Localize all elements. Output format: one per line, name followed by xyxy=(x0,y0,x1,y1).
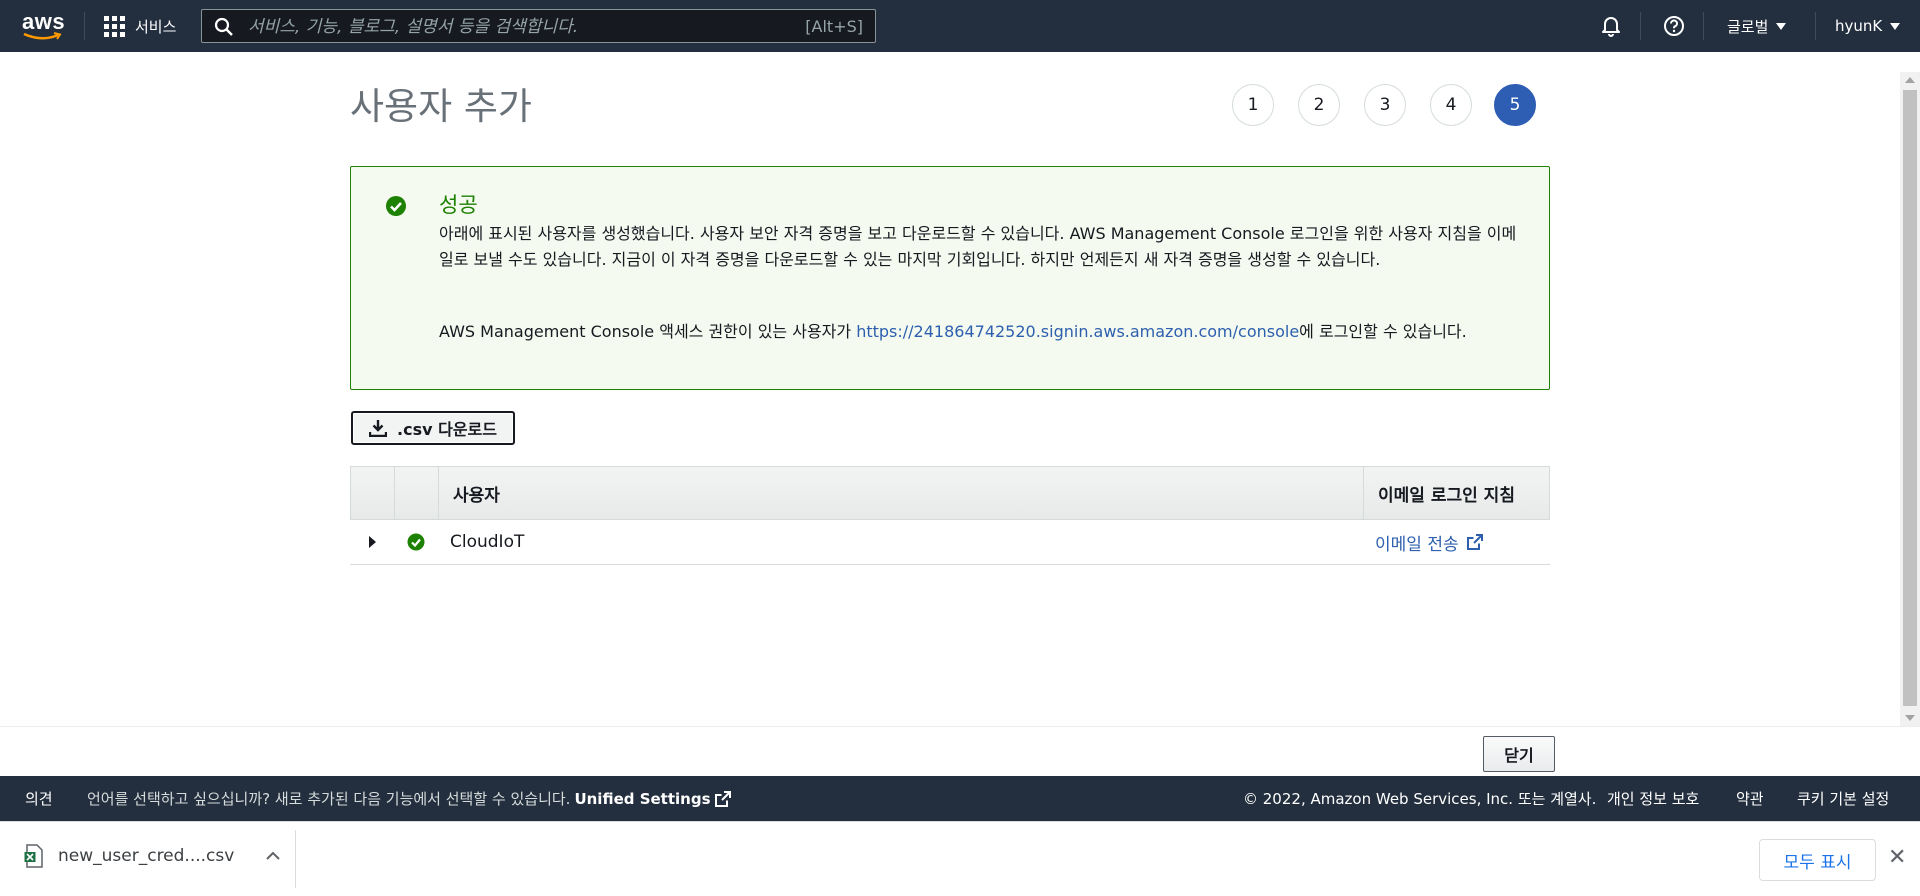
search-shortcut: [Alt+S] xyxy=(805,17,863,36)
notifications-button[interactable] xyxy=(1601,0,1621,52)
close-button[interactable]: 닫기 xyxy=(1483,736,1555,772)
download-item[interactable]: new_user_cred....csv xyxy=(24,844,281,868)
header-user: 사용자 xyxy=(439,467,1364,519)
top-navigation: aws 서비스 [Alt+S] 글로벌 xyxy=(0,0,1920,52)
action-bar: 닫기 xyxy=(0,726,1920,776)
external-link-icon xyxy=(714,790,731,807)
help-icon xyxy=(1664,16,1684,36)
scrollbar-thumb[interactable] xyxy=(1903,90,1917,706)
download-csv-label: .csv 다운로드 xyxy=(397,420,497,439)
caret-down-icon xyxy=(1890,22,1901,30)
header-status-col xyxy=(395,467,439,519)
services-label: 서비스 xyxy=(135,17,177,36)
expand-row-button[interactable] xyxy=(368,520,376,564)
page-scrollbar[interactable] xyxy=(1900,72,1920,726)
caret-down-icon xyxy=(1776,22,1787,30)
close-shelf-icon[interactable]: ✕ xyxy=(1888,847,1906,869)
account-label: hyunK xyxy=(1835,17,1883,35)
step-2[interactable]: 2 xyxy=(1298,84,1340,126)
copyright: © 2022, Amazon Web Services, Inc. 또는 계열사… xyxy=(1243,790,1597,808)
aws-smile-icon xyxy=(23,32,62,40)
success-check-icon xyxy=(407,533,425,551)
user-name-cell: CloudIoT xyxy=(450,532,525,552)
row-status xyxy=(407,520,425,564)
step-1[interactable]: 1 xyxy=(1232,84,1274,126)
console-access-note: AWS Management Console 액세스 권한이 있는 사용자가 h… xyxy=(439,319,1529,345)
region-label: 글로벌 xyxy=(1727,17,1769,36)
download-shelf: new_user_cred....csv 모두 표시 ✕ xyxy=(0,821,1920,896)
console-note-prefix: AWS Management Console 액세스 권한이 있는 사용자가 xyxy=(439,322,857,341)
bell-icon xyxy=(1602,17,1620,37)
unified-settings-link[interactable]: Unified Settings xyxy=(574,790,710,808)
grid-icon xyxy=(104,15,125,37)
region-menu[interactable]: 글로벌 xyxy=(1727,0,1787,52)
services-menu[interactable]: 서비스 xyxy=(104,14,176,38)
page-title: 사용자 추가 xyxy=(350,85,532,128)
success-alert: 성공 아래에 표시된 사용자를 생성했습니다. 사용자 보안 자격 증명을 보고… xyxy=(350,166,1550,390)
nav-divider xyxy=(1640,12,1641,40)
download-icon xyxy=(369,420,388,437)
users-table: 사용자 이메일 로그인 지침 CloudIoT 이메일 전송 xyxy=(350,466,1550,565)
header-email: 이메일 로그인 지침 xyxy=(1378,485,1515,506)
step-5: 5 xyxy=(1494,84,1536,126)
external-link-icon xyxy=(1466,534,1483,550)
nav-divider xyxy=(1815,12,1816,40)
privacy-link[interactable]: 개인 정보 보호 xyxy=(1607,776,1699,821)
step-4[interactable]: 4 xyxy=(1430,84,1472,126)
scroll-down-icon[interactable] xyxy=(1905,715,1915,721)
console-footer: 의견 언어를 선택하고 싶으십니까? 새로 추가된 다음 기능에서 선택할 수 … xyxy=(0,776,1920,821)
feedback-link[interactable]: 의견 xyxy=(25,776,53,821)
terms-link[interactable]: 약관 xyxy=(1736,776,1764,821)
language-note: 언어를 선택하고 싶으십니까? 새로 추가된 다음 기능에서 선택할 수 있습니… xyxy=(87,776,731,821)
search-icon xyxy=(214,17,233,36)
cookie-preferences-link[interactable]: 쿠키 기본 설정 xyxy=(1797,776,1889,821)
account-menu[interactable]: hyunK xyxy=(1835,0,1901,52)
scroll-up-icon[interactable] xyxy=(1905,77,1915,83)
header-expand-col xyxy=(351,467,395,519)
success-check-icon xyxy=(386,196,406,216)
aws-logo[interactable]: aws xyxy=(22,11,65,42)
chevron-up-icon[interactable] xyxy=(266,851,281,861)
nav-divider xyxy=(1703,12,1704,40)
console-note-suffix: 에 로그인할 수 있습니다. xyxy=(1299,322,1467,341)
language-note-text: 언어를 선택하고 싶으십니까? 새로 추가된 다음 기능에서 선택할 수 있습니… xyxy=(87,790,571,808)
show-all-downloads-button[interactable]: 모두 표시 xyxy=(1759,839,1876,881)
table-row: CloudIoT 이메일 전송 xyxy=(350,520,1550,565)
search-bar[interactable]: [Alt+S] xyxy=(201,9,876,44)
download-file-name: new_user_cred....csv xyxy=(58,846,235,866)
nav-divider xyxy=(84,12,85,40)
table-header: 사용자 이메일 로그인 지침 xyxy=(350,466,1550,520)
help-button[interactable] xyxy=(1663,0,1685,52)
download-csv-button[interactable]: .csv 다운로드 xyxy=(351,411,515,445)
console-signin-link[interactable]: https://241864742520.signin.aws.amazon.c… xyxy=(856,322,1299,341)
excel-file-icon xyxy=(24,844,43,868)
step-3[interactable]: 3 xyxy=(1364,84,1406,126)
send-email-link[interactable]: 이메일 전송 xyxy=(1375,520,1483,564)
caret-right-icon xyxy=(369,536,376,548)
shelf-divider xyxy=(295,830,296,888)
alert-title: 성공 xyxy=(439,193,478,217)
send-email-label[interactable]: 이메일 전송 xyxy=(1375,530,1459,555)
alert-message: 아래에 표시된 사용자를 생성했습니다. 사용자 보안 자격 증명을 보고 다운… xyxy=(439,224,1517,269)
search-input[interactable] xyxy=(246,10,790,44)
